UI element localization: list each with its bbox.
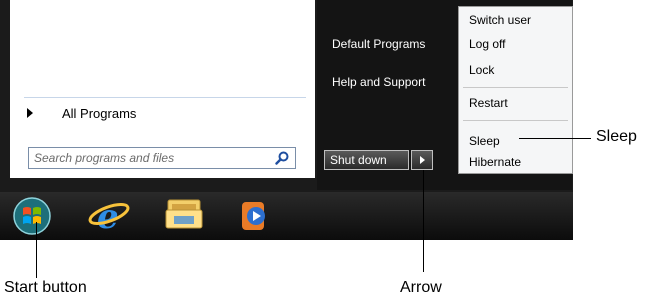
shut-down-arrow-button[interactable] [411,150,433,170]
restart-item[interactable]: Restart [469,96,508,110]
submenu-separator [463,120,568,121]
shut-down-button[interactable]: Shut down [324,150,409,170]
menu-divider [24,97,306,98]
all-programs-link[interactable]: All Programs [62,106,136,121]
help-and-support-link[interactable]: Help and Support [332,75,456,89]
lock-item[interactable]: Lock [469,63,494,77]
start-button-callout-line [36,222,37,278]
submenu-separator [463,87,568,88]
svg-text:e: e [97,197,119,237]
start-button-callout: Start button [4,279,87,296]
arrow-right-icon [420,156,425,164]
sleep-callout: Sleep [596,128,637,145]
default-programs-link[interactable]: Default Programs [332,37,456,51]
sleep-item[interactable]: Sleep [469,134,500,148]
hibernate-item[interactable]: Hibernate [469,155,521,169]
search-box[interactable] [28,147,296,169]
windows-orb-icon[interactable] [6,192,54,240]
all-programs-arrow-icon[interactable] [27,108,33,118]
search-icon[interactable] [275,151,289,165]
taskbar: e [0,192,573,240]
power-options-submenu: Switch user Log off Lock Restart Sleep H… [458,6,573,174]
search-input[interactable] [29,148,269,168]
log-off-item[interactable]: Log off [469,37,505,51]
switch-user-item[interactable]: Switch user [469,13,531,27]
arrow-callout-line [423,170,424,272]
windows-explorer-icon[interactable] [160,192,208,240]
arrow-callout: Arrow [400,279,442,296]
sleep-callout-line [519,138,591,139]
internet-explorer-icon[interactable]: e [85,192,133,240]
media-player-icon[interactable] [234,192,282,240]
